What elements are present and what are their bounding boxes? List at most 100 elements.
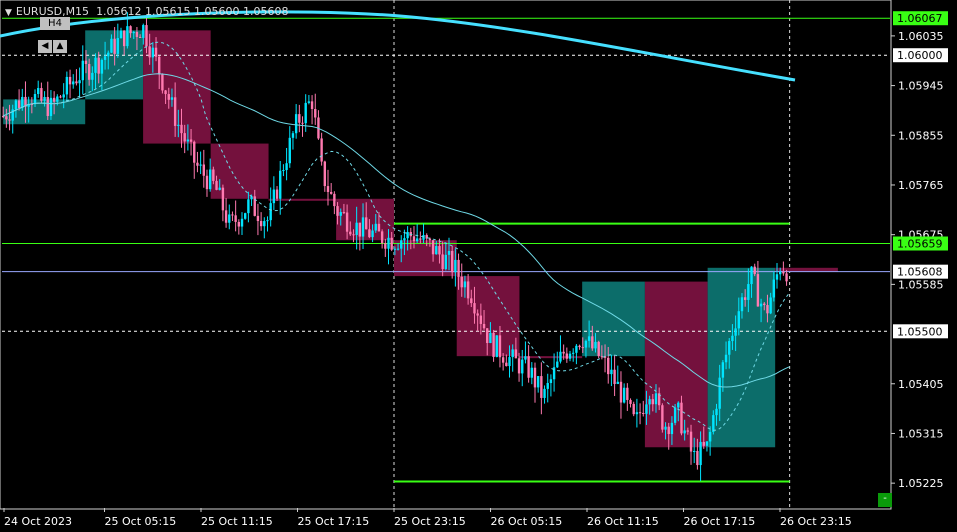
h4-candle-box xyxy=(210,143,269,199)
minimize-button[interactable]: - xyxy=(878,493,892,507)
candle-body xyxy=(87,64,91,80)
price-label: 1.05659 xyxy=(897,238,943,251)
candle-body xyxy=(568,353,572,359)
candle-body xyxy=(438,246,441,255)
candle-body xyxy=(345,212,349,232)
candle-body xyxy=(78,80,81,84)
candle-body xyxy=(307,101,311,103)
y-tick-label: 1.06035 xyxy=(898,30,944,43)
candle-body xyxy=(680,402,683,434)
candle-body xyxy=(632,403,635,415)
candle-body xyxy=(142,25,145,38)
candle-body xyxy=(148,46,151,58)
candle-body xyxy=(56,96,59,102)
candle-body xyxy=(619,381,623,403)
candle-body xyxy=(81,60,84,81)
candle-body xyxy=(489,332,492,344)
price-label: 1.06000 xyxy=(897,49,943,62)
candle-body xyxy=(740,297,744,312)
candle-body xyxy=(638,412,642,414)
candle-body xyxy=(514,349,518,359)
candle-body xyxy=(202,164,205,176)
candle-body xyxy=(243,213,247,219)
candle-body xyxy=(629,399,632,404)
candle-body xyxy=(750,266,753,285)
candle-body xyxy=(591,336,594,349)
candle-body xyxy=(415,238,419,242)
arrow-left-icon[interactable]: ◀ xyxy=(38,40,52,53)
h4-candle-box xyxy=(456,276,520,357)
y-tick-label: 1.05585 xyxy=(898,278,944,291)
candle-body xyxy=(186,139,190,142)
candle-body xyxy=(126,26,129,47)
candle-body xyxy=(393,248,397,250)
candle-body xyxy=(371,230,374,238)
candle-body xyxy=(705,441,709,446)
candle-body xyxy=(661,405,664,430)
candle-body xyxy=(645,404,648,414)
candle-body xyxy=(65,76,69,95)
candle-body xyxy=(460,276,463,288)
candle-body xyxy=(536,376,540,388)
candle-body xyxy=(145,25,148,47)
candle-body xyxy=(72,81,75,85)
candle-body xyxy=(575,345,578,353)
candle-body xyxy=(435,246,438,255)
candle-body xyxy=(275,189,279,199)
candle-body xyxy=(508,357,511,367)
candle-body xyxy=(708,431,712,442)
nav-arrows: ◀ ▲ xyxy=(38,33,70,53)
candle-body xyxy=(607,357,610,375)
candle-body xyxy=(17,100,21,108)
candle-body xyxy=(419,238,422,240)
candle-body xyxy=(495,335,498,357)
candle-body xyxy=(412,236,416,242)
candle-body xyxy=(320,138,323,162)
x-tick-label: 24 Oct 2023 xyxy=(4,515,72,528)
candle-body xyxy=(212,169,215,181)
price-chart[interactable]: 1.060351.059451.058551.057651.056751.055… xyxy=(0,0,957,532)
candle-body xyxy=(240,218,244,227)
candle-body xyxy=(479,315,483,324)
candle-body xyxy=(62,94,65,98)
candle-body xyxy=(769,297,772,314)
candle-body xyxy=(431,240,435,255)
candle-body xyxy=(103,56,107,60)
candle-body xyxy=(572,352,575,354)
dropdown-triangle-icon[interactable]: ▼ xyxy=(5,8,12,18)
timeframe-h4-button[interactable]: H4 xyxy=(40,17,70,30)
candle-body xyxy=(113,38,116,54)
candle-body xyxy=(581,347,584,349)
candle-body xyxy=(766,305,769,314)
candle-body xyxy=(756,274,760,307)
candle-body xyxy=(68,76,72,85)
candle-body xyxy=(565,353,569,359)
candle-body xyxy=(37,88,40,95)
x-tick-label: 26 Oct 11:15 xyxy=(587,515,659,528)
candle-body xyxy=(301,122,304,124)
candle-body xyxy=(374,223,377,231)
candle-body xyxy=(648,399,651,405)
arrow-up-icon[interactable]: ▲ xyxy=(53,40,67,53)
candle-body xyxy=(329,191,333,194)
candle-body xyxy=(342,212,346,214)
candle-body xyxy=(266,220,269,222)
candle-body xyxy=(183,133,186,142)
candle-body xyxy=(298,114,301,123)
candle-body xyxy=(428,238,432,241)
candle-body xyxy=(119,30,123,39)
x-tick-label: 26 Oct 23:15 xyxy=(780,515,852,528)
candle-body xyxy=(224,210,228,223)
candle-body xyxy=(237,221,241,227)
candle-body xyxy=(396,248,400,250)
candle-body xyxy=(549,379,553,384)
candle-body xyxy=(578,345,581,348)
candle-body xyxy=(282,170,285,172)
candle-body xyxy=(339,212,342,216)
candle-body xyxy=(731,335,734,342)
candle-body xyxy=(613,369,616,385)
candle-body xyxy=(718,377,721,409)
candle-body xyxy=(161,74,164,91)
candle-body xyxy=(326,186,330,192)
candle-body xyxy=(75,81,78,84)
